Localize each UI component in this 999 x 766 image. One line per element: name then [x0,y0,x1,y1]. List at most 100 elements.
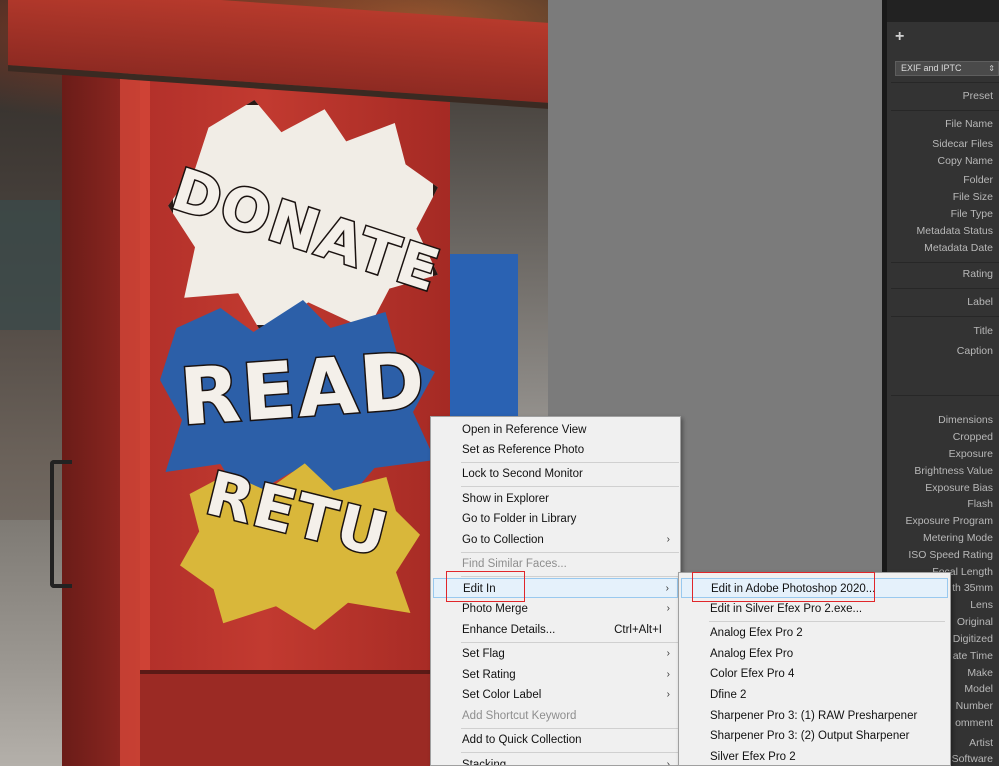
menu-separator [461,486,679,487]
field-copy-name: Copy Name [937,155,993,167]
submenu-item-label: Silver Efex Pro 2 [710,751,796,763]
submenu-arrow-icon: › [666,669,670,680]
menu-item-label: Edit In [463,583,496,595]
menu-item-label: Find Similar Faces... [462,558,567,570]
submenu-arrow-icon: › [665,583,669,594]
menu-item-label: Add to Quick Collection [462,734,582,746]
field-preset[interactable]: Preset [963,90,993,102]
field-exposure-bias: Exposure Bias [925,482,993,494]
panel-divider [891,395,999,396]
menu-item-shortcut: Ctrl+Alt+I [614,624,662,636]
submenu-item-analog-efex-pro[interactable]: Analog Efex Pro [681,644,948,664]
context-menu: Open in Reference View Set as Reference … [430,416,681,766]
field-file-type: File Type [950,208,993,220]
menu-item-enhance-details[interactable]: Enhance Details... Ctrl+Alt+I [433,620,678,640]
field-sidecar-files: Sidecar Files [932,138,993,150]
menu-separator [461,462,679,463]
menu-item-add-shortcut-keyword: Add Shortcut Keyword [433,706,678,726]
menu-item-edit-in[interactable]: Edit In › [433,578,678,598]
menu-item-go-to-collection[interactable]: Go to Collection › [433,530,678,550]
submenu-item-label: Analog Efex Pro [710,648,794,660]
field-folder: Folder [963,174,993,186]
library-box-base [140,670,440,766]
menu-item-photo-merge[interactable]: Photo Merge › [433,599,678,619]
field-caption: Caption [956,345,993,357]
submenu-item-sharpener-raw[interactable]: Sharpener Pro 3: (1) RAW Presharpener [681,706,948,726]
field-file-size: File Size [952,191,993,203]
field-flash: Flash [967,498,993,510]
field-software: Software [951,753,993,765]
menu-separator [461,642,679,643]
field-make: Make [967,667,993,679]
edit-in-submenu: Edit in Adobe Photoshop 2020... Edit in … [678,572,951,766]
submenu-item-color-efex-pro-4[interactable]: Color Efex Pro 4 [681,664,948,684]
submenu-arrow-icon: › [666,603,670,614]
submenu-item-silver-efex-pro-2[interactable]: Silver Efex Pro 2 [681,747,948,765]
menu-item-label: Set Flag [462,648,505,660]
menu-item-add-to-quick-collection[interactable]: Add to Quick Collection [433,730,678,750]
menu-item-find-similar-faces: Find Similar Faces... [433,554,678,574]
menu-item-label: Set Rating [462,669,516,681]
field-metering-mode: Metering Mode [922,532,993,544]
submenu-item-sharpener-output[interactable]: Sharpener Pro 3: (2) Output Sharpener [681,726,948,746]
field-date-digitized: Digitized [952,633,993,645]
menu-separator [461,752,679,753]
submenu-item-edit-in-photoshop[interactable]: Edit in Adobe Photoshop 2020... [681,578,948,598]
menu-item-stacking[interactable]: Stacking › [433,755,678,766]
submenu-item-label: Edit in Silver Efex Pro 2.exe... [710,603,863,615]
menu-item-lock-to-second-monitor[interactable]: Lock to Second Monitor [433,464,678,484]
menu-item-set-flag[interactable]: Set Flag › [433,644,678,664]
field-artist: Artist [969,737,993,749]
menu-item-show-in-explorer[interactable]: Show in Explorer [433,489,678,509]
menu-item-label: Stacking [462,759,507,766]
painted-word-read: READ [176,335,431,445]
submenu-item-label: Dfine 2 [710,689,747,701]
submenu-item-label: Sharpener Pro 3: (2) Output Sharpener [710,730,910,742]
submenu-arrow-icon: › [666,534,670,545]
metadata-set-value: EXIF and IPTC [901,63,962,73]
panel-divider [891,82,999,83]
menu-item-set-color-label[interactable]: Set Color Label › [433,685,678,705]
submenu-item-edit-in-silver-efex[interactable]: Edit in Silver Efex Pro 2.exe... [681,599,948,619]
panel-divider [891,316,999,317]
submenu-item-analog-efex-pro-2[interactable]: Analog Efex Pro 2 [681,623,948,643]
field-cropped: Cropped [952,431,993,443]
menu-item-label: Open in Reference View [462,424,587,436]
field-metadata-status: Metadata Status [916,225,993,237]
menu-item-label: Add Shortcut Keyword [462,710,577,722]
menu-item-label: Show in Explorer [462,493,549,505]
submenu-item-label: Analog Efex Pro 2 [710,627,803,639]
select-arrow-icon: ⇕ [988,64,995,73]
submenu-arrow-icon: › [666,759,670,766]
menu-item-open-in-reference-view[interactable]: Open in Reference View [433,420,678,440]
field-metadata-date: Metadata Date [924,242,993,254]
menu-item-go-to-folder-in-library[interactable]: Go to Folder in Library [433,509,678,529]
submenu-item-dfine-2[interactable]: Dfine 2 [681,685,948,705]
metadata-set-select[interactable]: EXIF and IPTC ⇕ [895,61,999,76]
panel-divider [891,288,999,289]
field-brightness-value: Brightness Value [914,465,993,477]
add-icon[interactable]: + [895,28,904,46]
panel-divider [891,110,999,111]
submenu-item-label: Color Efex Pro 4 [710,668,795,680]
field-serial-number: Number [955,700,993,712]
field-exposure: Exposure [948,448,993,460]
menu-item-set-rating[interactable]: Set Rating › [433,665,678,685]
submenu-arrow-icon: › [666,648,670,659]
menu-separator [461,552,679,553]
field-date-original: Original [956,616,993,628]
submenu-item-label: Sharpener Pro 3: (1) RAW Presharpener [710,710,918,722]
field-rating: Rating [962,268,993,280]
field-model: Model [964,683,993,695]
menu-item-label: Set as Reference Photo [462,444,585,456]
field-exposure-program: Exposure Program [905,515,993,527]
menu-item-set-as-reference-photo[interactable]: Set as Reference Photo [433,440,678,460]
menu-item-label: Go to Collection [462,534,544,546]
field-file-name: File Name [945,118,993,130]
door-handle [50,460,72,588]
library-box-edge [120,55,150,766]
field-lens: Lens [970,599,993,611]
submenu-separator [709,621,945,622]
submenu-arrow-icon: › [666,689,670,700]
menu-separator [461,576,679,577]
